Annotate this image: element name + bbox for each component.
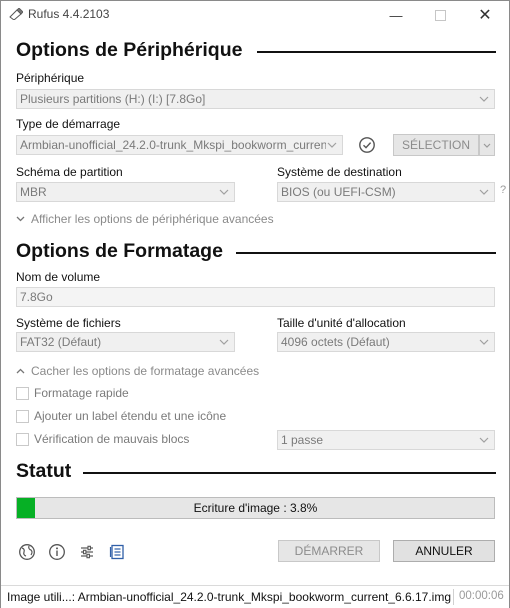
- usb-drive-icon: [9, 8, 23, 20]
- device-options-divider: [257, 51, 496, 53]
- device-select[interactable]: Plusieurs partitions (H:) (I:) [7.8Go]: [16, 89, 495, 109]
- checkbox-box: [16, 409, 29, 423]
- filesystem-label: Système de fichiers: [16, 316, 121, 330]
- volume-label-input[interactable]: 7.8Go: [16, 287, 495, 307]
- rufus-window: Rufus 4.4.2103 — ✕ Options de Périphériq…: [0, 0, 510, 608]
- select-image-dropdown[interactable]: [479, 134, 495, 156]
- maximize-button[interactable]: [418, 1, 462, 29]
- cancel-button[interactable]: ANNULER: [393, 540, 495, 562]
- partition-scheme-label: Schéma de partition: [16, 165, 123, 179]
- cluster-size-value: 4096 octets (Défaut): [281, 335, 390, 349]
- format-options-divider: [236, 252, 496, 254]
- status-title: Statut: [16, 460, 72, 482]
- extended-label-checkbox[interactable]: Ajouter un label étendu et une icône: [16, 409, 226, 423]
- checkbox-box: [16, 432, 29, 446]
- title-bar: Rufus 4.4.2103 — ✕: [1, 1, 509, 29]
- filesystem-value: FAT32 (Défaut): [20, 335, 102, 349]
- device-advanced-toggle[interactable]: Afficher les options de périphérique ava…: [16, 212, 274, 226]
- progress-text: Ecriture d'image : 3.8%: [193, 501, 318, 515]
- chevron-down-icon: [478, 90, 490, 108]
- format-advanced-label: Cacher les options de formatage avancées: [31, 364, 260, 378]
- chevron-down-icon: [483, 143, 491, 148]
- target-system-value: BIOS (ou UEFI-CSM): [281, 185, 396, 199]
- extended-label-label: Ajouter un label étendu et une icône: [34, 409, 227, 423]
- bad-blocks-passes-select[interactable]: 1 passe: [277, 430, 495, 450]
- cluster-size-select[interactable]: 4096 octets (Défaut): [277, 332, 495, 352]
- cluster-size-label: Taille d'unité d'allocation: [277, 316, 406, 330]
- partition-scheme-value: MBR: [20, 185, 47, 199]
- elapsed-timer: 00:00:06: [459, 590, 504, 602]
- settings-sliders-icon[interactable]: [77, 542, 97, 562]
- passes-value: 1 passe: [281, 433, 324, 447]
- status-bar: Image utili...: Armbian-unofficial_24.2.…: [1, 585, 509, 608]
- minimize-button[interactable]: —: [374, 1, 418, 29]
- device-advanced-label: Afficher les options de périphérique ava…: [31, 212, 274, 226]
- device-options-title: Options de Périphérique: [16, 39, 243, 61]
- select-image-button[interactable]: SÉLECTION: [393, 134, 479, 156]
- device-label: Périphérique: [16, 71, 85, 85]
- target-system-select[interactable]: BIOS (ou UEFI-CSM): [277, 182, 495, 202]
- target-system-label: Système de destination: [277, 165, 402, 179]
- volume-label-label: Nom de volume: [16, 270, 101, 284]
- progress-bar: Ecriture d'image : 3.8%: [16, 497, 495, 519]
- check-circle-icon[interactable]: [358, 136, 376, 154]
- status-bar-separator: [453, 589, 454, 605]
- close-icon: ✕: [478, 7, 492, 24]
- device-value: Plusieurs partitions (H:) (I:) [7.8Go]: [20, 92, 206, 106]
- window-title: Rufus 4.4.2103: [28, 7, 110, 21]
- bad-blocks-checkbox[interactable]: Vérification de mauvais blocs: [16, 432, 189, 446]
- log-icon[interactable]: [107, 542, 127, 562]
- quick-format-checkbox[interactable]: Formatage rapide: [16, 386, 129, 400]
- close-button[interactable]: ✕: [463, 1, 507, 29]
- boot-type-select[interactable]: Armbian-unofficial_24.2.0-trunk_Mkspi_bo…: [16, 135, 343, 155]
- chevron-down-icon: [478, 333, 490, 351]
- checkbox-box: [16, 386, 29, 400]
- volume-label-value: 7.8Go: [20, 290, 53, 304]
- chevron-down-icon: [478, 183, 490, 201]
- chevron-up-icon: [16, 368, 25, 374]
- chevron-down-icon: [218, 333, 230, 351]
- chevron-down-icon: [16, 216, 25, 222]
- quick-format-label: Formatage rapide: [34, 386, 129, 400]
- partition-scheme-select[interactable]: MBR: [16, 182, 235, 202]
- filesystem-select[interactable]: FAT32 (Défaut): [16, 332, 235, 352]
- status-divider: [83, 472, 496, 474]
- minimize-icon: —: [389, 7, 403, 23]
- chevron-down-icon: [478, 431, 490, 449]
- target-system-help[interactable]: ?: [500, 184, 506, 196]
- info-icon[interactable]: [47, 542, 67, 562]
- boot-type-label: Type de démarrage: [16, 117, 121, 131]
- bad-blocks-label: Vérification de mauvais blocs: [34, 432, 190, 446]
- start-button[interactable]: DÉMARRER: [278, 540, 380, 562]
- maximize-icon: [434, 9, 446, 21]
- format-options-title: Options de Formatage: [16, 240, 223, 262]
- format-advanced-toggle[interactable]: Cacher les options de formatage avancées: [16, 364, 259, 378]
- globe-icon[interactable]: [17, 542, 37, 562]
- status-bar-text: Image utili...: Armbian-unofficial_24.2.…: [7, 590, 451, 604]
- chevron-down-icon: [326, 136, 338, 154]
- chevron-down-icon: [218, 183, 230, 201]
- boot-type-value: Armbian-unofficial_24.2.0-trunk_Mkspi_bo…: [20, 138, 331, 152]
